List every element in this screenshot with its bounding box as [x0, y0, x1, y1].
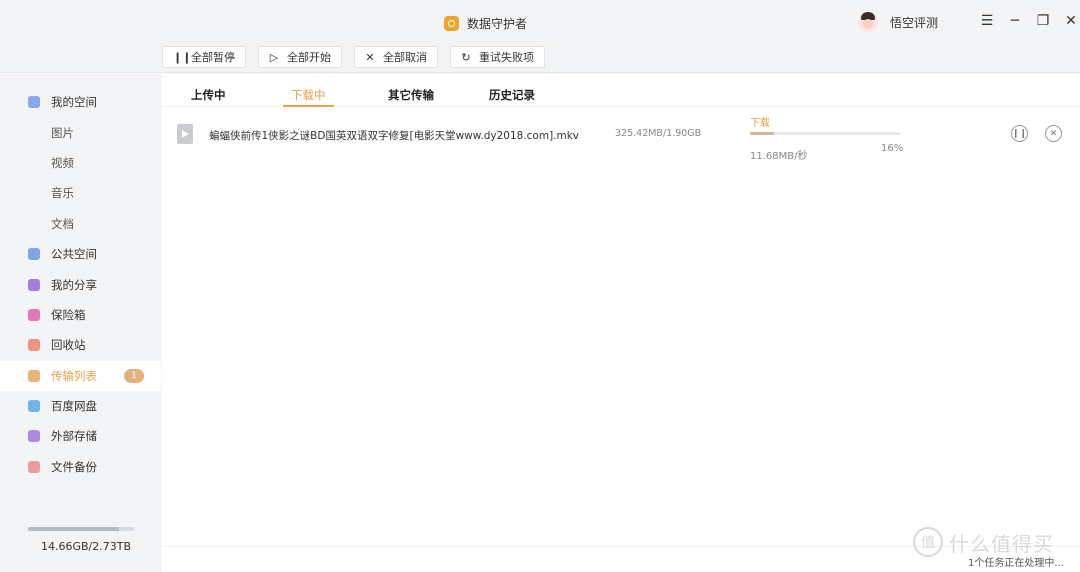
close-icon: ✕ — [1049, 128, 1058, 139]
sidebar-item-label: 音乐 — [51, 186, 74, 201]
transfer-row[interactable]: 蝙蝠侠前传1侠影之谜BD国英双语双字修复[电影天堂www.dy2018.com]… — [162, 118, 1080, 162]
restore-icon[interactable]: ❐ — [1036, 12, 1050, 30]
close-icon[interactable]: ✕ — [1064, 12, 1078, 30]
sidebar-item-label: 文档 — [51, 216, 74, 231]
sidebar-item-label: 文件备份 — [51, 459, 97, 474]
sidebar-item-label: 视频 — [51, 155, 74, 170]
file-name: 蝙蝠侠前传1侠影之谜BD国英双语双字修复[电影天堂www.dy2018.com]… — [209, 130, 580, 142]
avatar[interactable] — [858, 12, 878, 32]
transfer-status: 下载 — [750, 118, 770, 129]
tab-downloading[interactable]: 下载中 — [283, 87, 333, 107]
transfer-speed: 11.68MB/秒 — [750, 151, 808, 162]
window-controls: ☰ ─ ❐ ✕ — [980, 12, 1078, 30]
usb-icon — [28, 430, 40, 443]
app-logo-icon — [444, 15, 459, 31]
pause-icon: ❙❙ — [1011, 128, 1028, 139]
sidebar-item-2[interactable]: 视频 — [0, 148, 161, 178]
transfer-count-badge: 1 — [124, 368, 144, 383]
sidebar-item-0[interactable]: 我的空间 — [0, 87, 161, 117]
tab-uploading[interactable]: 上传中 — [191, 87, 226, 103]
play-icon: ▷ — [269, 50, 279, 64]
watermark-text: 什么值得买 — [949, 531, 1054, 556]
sidebar-item-10[interactable]: 百度网盘 — [0, 391, 161, 421]
sidebar-item-12[interactable]: 文件备份 — [0, 452, 161, 482]
app-title: 数据守护者 — [444, 14, 527, 32]
app-title-text: 数据守护者 — [467, 16, 528, 31]
sidebar-item-label: 外部存储 — [51, 429, 97, 444]
sidebar-item-label: 我的空间 — [51, 95, 97, 110]
sidebar-item-11[interactable]: 外部存储 — [0, 421, 161, 451]
sidebar-item-label: 百度网盘 — [51, 399, 97, 414]
cancel-all-button[interactable]: ✕ 全部取消 — [354, 46, 438, 68]
watermark: 什么值得买 — [913, 527, 1054, 557]
sidebar: 我的空间图片视频音乐文档公共空间我的分享保险箱回收站传输列表 1 百度网盘外部存储文… — [0, 74, 161, 572]
progress-percent: 16% — [881, 143, 904, 154]
sidebar-item-8[interactable]: 回收站 — [0, 330, 161, 360]
sidebar-item-label: 公共空间 — [51, 247, 97, 262]
safe-icon — [28, 308, 40, 321]
send-icon — [28, 248, 40, 261]
sidebar-item-7[interactable]: 保险箱 — [0, 300, 161, 330]
transfer-tabs: 上传中 下载中 其它传输 历史记录 — [162, 74, 1080, 107]
sidebar-item-label: 传输列表 — [51, 368, 97, 383]
sidebar-item-label: 保险箱 — [51, 307, 86, 322]
sidebar-nav: 我的空间图片视频音乐文档公共空间我的分享保险箱回收站传输列表 1 百度网盘外部存储文… — [0, 74, 161, 482]
cloud-icon — [28, 400, 40, 413]
sidebar-item-5[interactable]: 公共空间 — [0, 239, 161, 269]
cancel-icon: ✕ — [365, 50, 375, 64]
my-space-icon — [28, 96, 40, 109]
minimize-icon[interactable]: ─ — [1008, 12, 1022, 30]
trash-icon — [28, 339, 40, 352]
sidebar-item-1[interactable]: 图片 — [0, 117, 161, 147]
backup-icon — [28, 460, 40, 473]
start-all-label: 全部开始 — [287, 51, 331, 64]
tab-history[interactable]: 历史记录 — [489, 87, 535, 103]
username[interactable]: 悟空评测 — [890, 14, 938, 31]
main-panel: 上传中 下载中 其它传输 历史记录 蝙蝠侠前传1侠影之谜BD国英双语双字修复[电… — [162, 74, 1080, 572]
user-account[interactable]: 悟空评测 — [858, 12, 938, 32]
retry-failed-label: 重试失败项 — [479, 51, 534, 64]
sidebar-item-3[interactable]: 音乐 — [0, 178, 161, 208]
storage-bar — [28, 527, 134, 531]
sidebar-item-4[interactable]: 文档 — [0, 209, 161, 239]
transfer-toolbar: ❙❙ 全部暂停 ▷ 全部开始 ✕ 全部取消 ↻ 重试失败项 — [162, 46, 545, 68]
pause-all-label: 全部暂停 — [191, 51, 235, 64]
start-all-button[interactable]: ▷ 全部开始 — [258, 46, 342, 68]
pause-icon: ❙❙ — [173, 50, 192, 64]
menu-icon[interactable]: ☰ — [980, 12, 994, 30]
sidebar-item-6[interactable]: 我的分享 — [0, 269, 161, 299]
storage-bar-fill — [28, 527, 120, 531]
sidebar-item-label: 我的分享 — [51, 277, 97, 292]
pause-all-button[interactable]: ❙❙ 全部暂停 — [162, 46, 246, 68]
cancel-all-label: 全部取消 — [383, 51, 427, 64]
video-file-icon — [177, 124, 193, 144]
tab-other-transfers[interactable]: 其它传输 — [388, 87, 434, 103]
share-icon — [28, 278, 40, 291]
transfer-icon — [28, 369, 40, 382]
cancel-transfer-button[interactable]: ✕ — [1045, 125, 1062, 142]
retry-icon: ↻ — [461, 50, 471, 64]
sidebar-item-9[interactable]: 传输列表 1 — [0, 360, 161, 391]
pause-transfer-button[interactable]: ❙❙ — [1011, 125, 1028, 142]
progress-bar — [750, 132, 900, 135]
watermark-logo-icon — [913, 527, 943, 557]
sidebar-item-label: 图片 — [51, 125, 74, 140]
title-bar: 数据守护者 悟空评测 ☰ ─ ❐ ✕ ❙❙ 全部暂停 ▷ 全部开始 ✕ 全部取消… — [0, 0, 1080, 73]
retry-failed-button[interactable]: ↻ 重试失败项 — [450, 46, 545, 68]
storage-text: 14.66GB/2.73TB — [41, 540, 132, 553]
file-size: 325.42MB/1.90GB — [615, 128, 702, 139]
storage-usage: 14.66GB/2.73TB — [28, 527, 134, 553]
sidebar-item-label: 回收站 — [51, 338, 86, 353]
progress-bar-fill — [750, 132, 774, 135]
